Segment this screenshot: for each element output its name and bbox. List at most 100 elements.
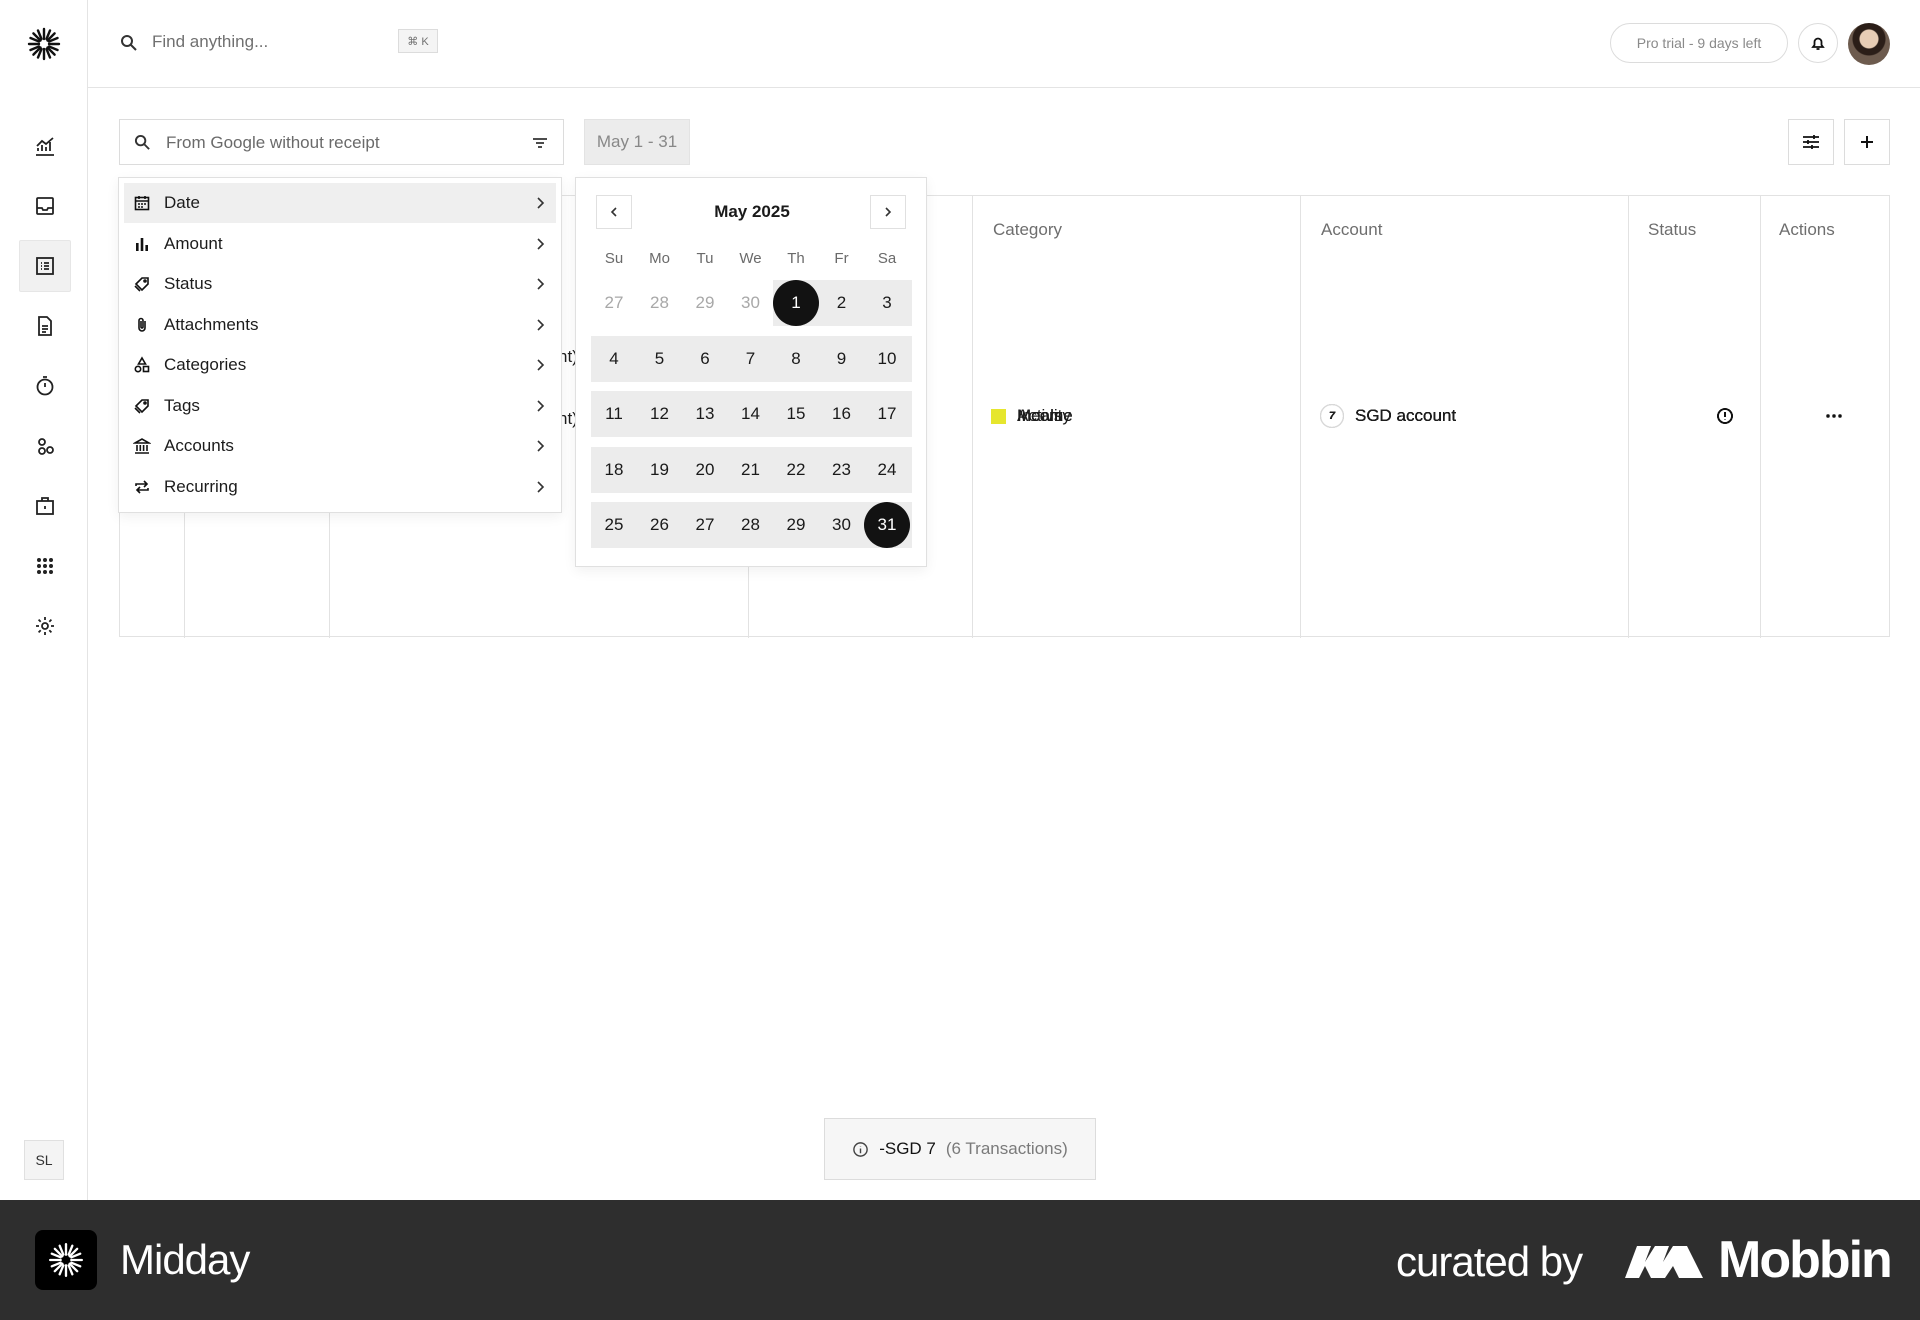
- top-header: Find anything... ⌘ K Pro trial - 9 days …: [88, 0, 1920, 88]
- calendar-day[interactable]: 24: [864, 447, 910, 493]
- calendar-day[interactable]: 9: [819, 336, 865, 382]
- filter-option-label: Status: [164, 274, 213, 293]
- nav-apps[interactable]: [19, 540, 71, 592]
- column-settings-button[interactable]: [1788, 119, 1834, 165]
- calendar-day[interactable]: 16: [819, 391, 865, 437]
- filter-option-date[interactable]: Date: [124, 183, 556, 223]
- nav-settings[interactable]: [19, 600, 71, 652]
- filter-option-attachments[interactable]: Attachments: [124, 305, 556, 345]
- chevron-right-icon: [537, 480, 545, 493]
- filter-icon[interactable]: [531, 134, 549, 152]
- paperclip-icon: [132, 315, 152, 335]
- calendar-day[interactable]: 27: [682, 502, 728, 548]
- user-avatar[interactable]: [1848, 23, 1890, 65]
- calendar-day[interactable]: 20: [682, 447, 728, 493]
- calendar-day[interactable]: 17: [864, 391, 910, 437]
- mobbin-logo-icon: [1625, 1246, 1703, 1278]
- calendar-day[interactable]: 2: [819, 280, 865, 326]
- calendar-day[interactable]: 11: [591, 391, 637, 437]
- transaction-filter-input[interactable]: From Google without receipt: [119, 119, 564, 165]
- calendar-day[interactable]: 25: [591, 502, 637, 548]
- filter-option-status[interactable]: Status: [124, 264, 556, 304]
- col-status[interactable]: Status: [1648, 196, 1696, 264]
- chevron-right-icon: [885, 207, 892, 217]
- category-swatch: [991, 408, 1006, 424]
- filter-option-label: Tags: [164, 395, 200, 415]
- calendar-day[interactable]: 30: [819, 502, 865, 548]
- row-actions-button[interactable]: [1826, 196, 1842, 636]
- calendar-day[interactable]: 28: [637, 280, 683, 326]
- curator-name: Mobbin: [1718, 1231, 1893, 1289]
- nav-customers[interactable]: [19, 420, 71, 472]
- settings-icon: [36, 617, 54, 635]
- shapes-icon: [132, 355, 152, 375]
- calendar-day[interactable]: 26: [637, 502, 683, 548]
- calendar-day[interactable]: 12: [637, 391, 683, 437]
- calendar-day[interactable]: 28: [728, 502, 774, 548]
- next-month-button[interactable]: [870, 195, 906, 229]
- add-transaction-button[interactable]: [1844, 119, 1890, 165]
- calendar-day[interactable]: 5: [637, 336, 683, 382]
- global-search-input[interactable]: Find anything...: [152, 32, 268, 52]
- alert-circle-icon: [1717, 408, 1733, 424]
- weekday-label: Fr: [834, 250, 849, 267]
- filter-option-label: Recurring: [164, 476, 238, 496]
- calendar-day[interactable]: 19: [637, 447, 683, 493]
- tag-icon: [132, 396, 152, 416]
- calendar-day[interactable]: 22: [773, 447, 819, 493]
- trial-badge[interactable]: Pro trial - 9 days left: [1610, 23, 1788, 63]
- customers-icon: [38, 438, 54, 455]
- midday-logo-icon[interactable]: [26, 26, 62, 62]
- info-icon: [853, 1141, 869, 1157]
- calendar-day[interactable]: 15: [773, 391, 819, 437]
- filter-option-accounts[interactable]: Accounts: [124, 426, 556, 466]
- nav-overview[interactable]: [19, 120, 71, 172]
- calendar-icon: [132, 193, 152, 213]
- nav-inbox[interactable]: [19, 180, 71, 232]
- filter-option-categories[interactable]: Categories: [124, 345, 556, 385]
- filter-option-tags[interactable]: Tags: [124, 386, 556, 426]
- chevron-right-icon: [537, 318, 545, 331]
- calendar-day[interactable]: 10: [864, 336, 910, 382]
- filter-option-label: Date: [164, 193, 200, 212]
- calendar-day[interactable]: 21: [728, 447, 774, 493]
- row-category[interactable]: Activity: [991, 196, 1071, 636]
- calendar-day[interactable]: 13: [682, 391, 728, 437]
- chevron-right-icon: [537, 399, 545, 412]
- filter-option-amount[interactable]: Amount: [124, 224, 556, 264]
- bar-chart-icon: [132, 234, 152, 254]
- user-initials[interactable]: SL: [24, 1140, 64, 1180]
- calendar-day[interactable]: 7: [728, 336, 774, 382]
- calendar-day[interactable]: 23: [819, 447, 865, 493]
- nav-invoices[interactable]: [19, 300, 71, 352]
- date-range-chip[interactable]: May 1 - 31: [584, 119, 690, 165]
- repeat-icon: [132, 477, 152, 497]
- nav-transactions[interactable]: [19, 240, 71, 292]
- search-icon: [121, 35, 137, 51]
- weekday-label: Su: [604, 250, 624, 267]
- calendar-day[interactable]: 18: [591, 447, 637, 493]
- notifications-button[interactable]: [1798, 23, 1838, 63]
- bank-icon: [132, 436, 152, 456]
- filter-query: From Google without receipt: [166, 133, 380, 152]
- calendar-day[interactable]: 4: [591, 336, 637, 382]
- calendar-day[interactable]: 8: [773, 336, 819, 382]
- row-status[interactable]: [1716, 196, 1734, 636]
- nav-tracker[interactable]: [19, 360, 71, 412]
- calendar-day[interactable]: 1: [773, 280, 819, 326]
- filter-option-label: Categories: [164, 355, 247, 374]
- calendar-day[interactable]: 30: [728, 280, 774, 326]
- calendar-day[interactable]: 29: [682, 280, 728, 326]
- filter-option-recurring[interactable]: Recurring: [124, 467, 556, 507]
- calendar-day[interactable]: 3: [864, 280, 910, 326]
- calendar-day[interactable]: 6: [682, 336, 728, 382]
- calendar-day[interactable]: 29: [773, 502, 819, 548]
- nav-vault[interactable]: [19, 480, 71, 532]
- chevron-right-icon: [537, 197, 545, 209]
- calendar-day[interactable]: 27: [591, 280, 637, 326]
- calendar-day[interactable]: 14: [728, 391, 774, 437]
- more-horizontal-icon: [1826, 414, 1842, 418]
- row-account: 7 SGD account: [1320, 196, 1456, 636]
- timer-icon: [36, 376, 54, 396]
- calendar-day[interactable]: 31: [864, 502, 910, 548]
